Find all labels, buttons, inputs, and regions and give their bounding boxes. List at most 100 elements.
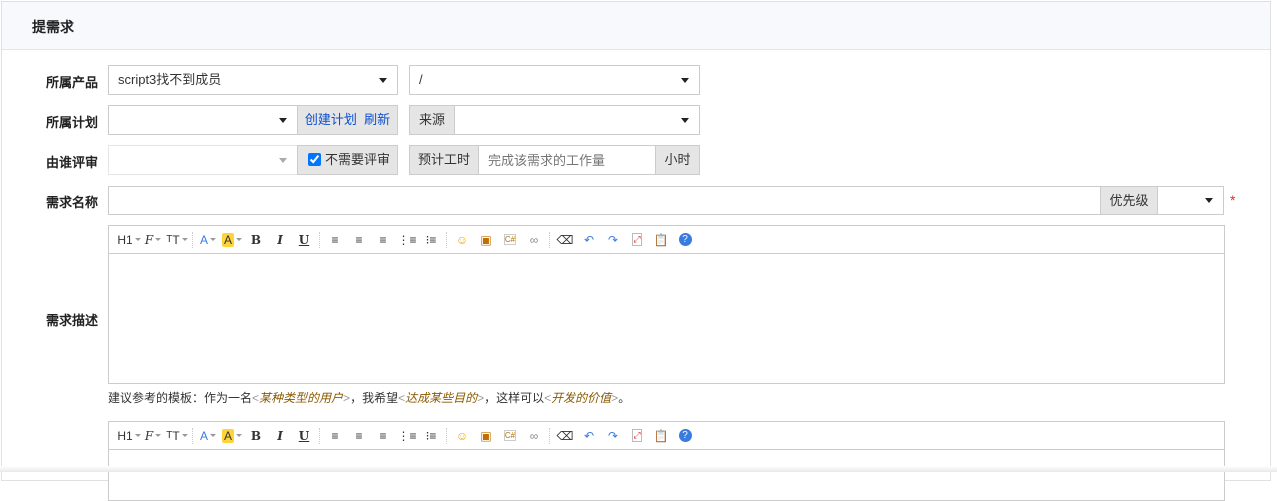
story-name-input[interactable] bbox=[108, 186, 1101, 215]
create-plan-link[interactable]: 创建计划 bbox=[305, 112, 357, 127]
eraser-icon[interactable]: ⌫ bbox=[553, 230, 577, 250]
refresh-link[interactable]: 刷新 bbox=[364, 112, 390, 127]
toolbar-separator bbox=[319, 231, 320, 248]
link-icon[interactable]: ∞ bbox=[522, 426, 546, 446]
hint-gt: > bbox=[343, 391, 351, 405]
no-review-toggle[interactable]: 不需要评审 bbox=[297, 145, 398, 175]
emoticon-icon[interactable]: ☺ bbox=[450, 230, 474, 250]
link-icon[interactable]: ∞ bbox=[522, 230, 546, 250]
code-icon[interactable]: C# bbox=[498, 426, 522, 446]
ordered-list-icon[interactable]: ⋮≡ bbox=[395, 230, 419, 250]
ordered-list-icon[interactable]: ⋮≡ bbox=[395, 426, 419, 446]
name-label: 需求名称 bbox=[45, 195, 98, 210]
unordered-list-icon[interactable]: ⁝≡ bbox=[419, 426, 443, 446]
paste-icon[interactable]: 📋 bbox=[649, 230, 673, 250]
description-editor[interactable]: H1 F T T A A B I U ≡ ≡ ≡ ⋮≡ ⁝≡ ☺ ▣ C# ∞ ⌫ ↶ ↷ ⤢ 📋? bbox=[108, 225, 1225, 384]
toolbar-separator bbox=[319, 427, 320, 444]
unordered-list-icon[interactable]: ⁝≡ bbox=[419, 230, 443, 250]
priority-label: 优先级 bbox=[1100, 186, 1158, 215]
fullscreen-icon[interactable]: ⤢ bbox=[625, 426, 649, 446]
page-bottom-shadow bbox=[0, 466, 1277, 472]
hint-text: 。 bbox=[618, 391, 631, 405]
highlight-icon[interactable]: A bbox=[220, 230, 244, 250]
hint-lt: < bbox=[252, 391, 260, 405]
estimate-label: 预计工时 bbox=[409, 145, 479, 175]
font-size-icon[interactable]: TT bbox=[165, 426, 189, 446]
highlight-icon[interactable]: A bbox=[220, 426, 244, 446]
verify-editor[interactable]: H1 F T T A A B I U ≡ ≡ ≡ ⋮≡ ⁝≡ ☺ ▣ C# ∞ ⌫ ↶ ↷ ⤢ 📋? bbox=[108, 421, 1225, 501]
align-right-icon[interactable]: ≡ bbox=[371, 426, 395, 446]
chevron-down-icon bbox=[681, 118, 689, 123]
branch-value: / bbox=[419, 72, 423, 87]
hint-text: ，我希望 bbox=[350, 391, 399, 405]
reviewer-select[interactable] bbox=[108, 145, 298, 175]
align-right-icon[interactable]: ≡ bbox=[371, 230, 395, 250]
help-icon[interactable]: ? bbox=[673, 426, 697, 446]
font-family-icon[interactable]: F bbox=[141, 230, 165, 250]
source-select[interactable] bbox=[454, 105, 700, 135]
redo-icon[interactable]: ↷ bbox=[601, 426, 625, 446]
editor-content[interactable] bbox=[109, 450, 1224, 500]
align-left-icon[interactable]: ≡ bbox=[323, 230, 347, 250]
chevron-down-icon bbox=[681, 78, 689, 83]
redo-icon[interactable]: ↷ bbox=[601, 230, 625, 250]
estimate-input[interactable] bbox=[478, 145, 656, 175]
heading-icon[interactable]: H1 bbox=[117, 426, 141, 446]
bold-icon[interactable]: B bbox=[244, 426, 268, 446]
font-color-icon[interactable]: A bbox=[196, 426, 220, 446]
editor-content[interactable] bbox=[109, 254, 1224, 382]
toolbar-separator bbox=[192, 231, 193, 248]
editor-toolbar: H1 F T T A A B I U ≡ ≡ ≡ ⋮≡ ⁝≡ ☺ ▣ C# ∞ ⌫ ↶ ↷ ⤢ 📋? bbox=[109, 422, 1224, 450]
image-icon[interactable]: ▣ bbox=[474, 230, 498, 250]
toolbar-separator bbox=[549, 231, 550, 248]
priority-select[interactable] bbox=[1157, 186, 1224, 215]
page-title: 提需求 bbox=[2, 2, 1270, 50]
undo-icon[interactable]: ↶ bbox=[577, 230, 601, 250]
bold-icon[interactable]: B bbox=[244, 230, 268, 250]
underline-icon[interactable]: U bbox=[292, 230, 316, 250]
estimate-unit: 小时 bbox=[655, 145, 700, 175]
editor-toolbar: H1 F T T A A B I U ≡ ≡ ≡ ⋮≡ ⁝≡ ☺ ▣ C# ∞ ⌫ ↶ ↷ ⤢ 📋? bbox=[109, 226, 1224, 254]
plan-label: 所属计划 bbox=[45, 115, 98, 130]
toolbar-separator bbox=[446, 427, 447, 444]
undo-icon[interactable]: ↶ bbox=[577, 426, 601, 446]
branch-select[interactable]: / bbox=[409, 65, 700, 95]
chevron-down-icon bbox=[279, 118, 287, 123]
chevron-down-icon bbox=[379, 78, 387, 83]
font-color-icon[interactable]: A bbox=[196, 230, 220, 250]
toolbar-separator bbox=[192, 427, 193, 444]
align-center-icon[interactable]: ≡ bbox=[347, 426, 371, 446]
hint-role: 某种类型的用户 bbox=[259, 391, 344, 405]
reviewer-label: 由谁评审 bbox=[45, 155, 98, 170]
italic-icon[interactable]: I bbox=[268, 230, 292, 250]
paste-icon[interactable]: 📋 bbox=[649, 426, 673, 446]
hint-text: ，这样可以 bbox=[484, 391, 545, 405]
underline-icon[interactable]: U bbox=[292, 426, 316, 446]
plan-select[interactable] bbox=[108, 105, 298, 135]
no-review-label: 不需要评审 bbox=[325, 152, 391, 167]
fullscreen-icon[interactable]: ⤢ bbox=[625, 230, 649, 250]
plan-actions: 创建计划 刷新 bbox=[297, 105, 398, 135]
image-icon[interactable]: ▣ bbox=[474, 426, 498, 446]
product-label: 所属产品 bbox=[45, 75, 98, 90]
code-icon[interactable]: C# bbox=[498, 230, 522, 250]
help-icon[interactable]: ? bbox=[673, 230, 697, 250]
chevron-down-icon bbox=[1205, 198, 1213, 203]
no-review-checkbox[interactable] bbox=[308, 153, 321, 166]
font-family-icon[interactable]: F bbox=[141, 426, 165, 446]
hint-value: 开发的价值 bbox=[551, 391, 612, 405]
align-center-icon[interactable]: ≡ bbox=[347, 230, 371, 250]
font-size-icon[interactable]: TT bbox=[165, 230, 189, 250]
heading-icon[interactable]: H1 bbox=[117, 230, 141, 250]
hint-text: 建议参考的模板：作为一名 bbox=[108, 391, 253, 405]
product-select[interactable]: script3找不到成员 bbox=[108, 65, 398, 95]
product-value: script3找不到成员 bbox=[118, 72, 222, 87]
desc-label: 需求描述 bbox=[45, 313, 98, 328]
template-hint: 建议参考的模板：作为一名<某种类型的用户>，我希望<达成某些目的>，这样可以<开… bbox=[108, 389, 630, 406]
align-left-icon[interactable]: ≡ bbox=[323, 426, 347, 446]
emoticon-icon[interactable]: ☺ bbox=[450, 426, 474, 446]
italic-icon[interactable]: I bbox=[268, 426, 292, 446]
hint-goal: 达成某些目的 bbox=[405, 391, 478, 405]
toolbar-separator bbox=[549, 427, 550, 444]
eraser-icon[interactable]: ⌫ bbox=[553, 426, 577, 446]
